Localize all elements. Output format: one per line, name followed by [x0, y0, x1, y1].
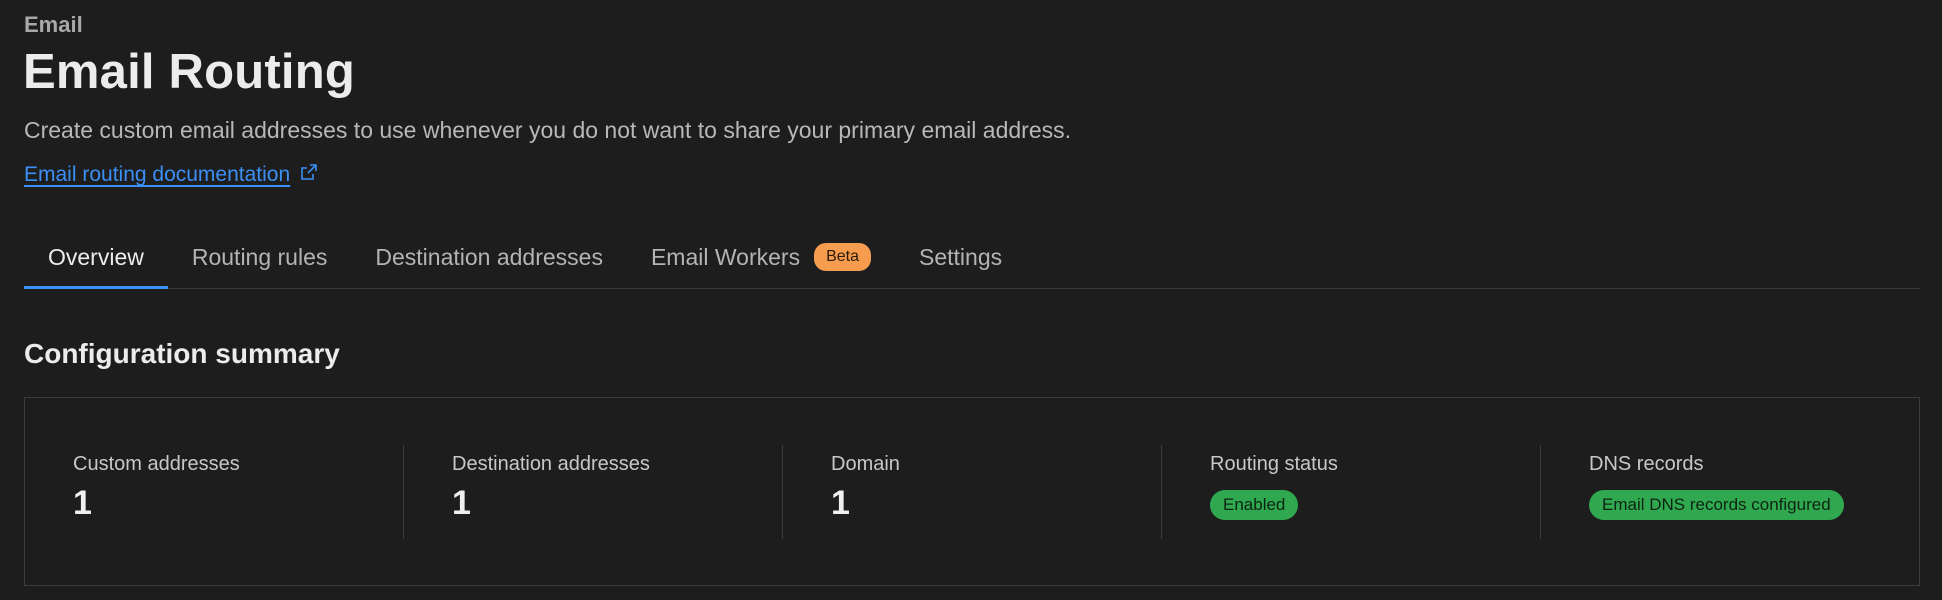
tab-routing-rules-label[interactable]: Routing rules — [192, 229, 328, 285]
tab-overview-label[interactable]: Overview — [48, 229, 144, 285]
summary-label: Custom addresses — [73, 452, 240, 475]
summary-destination-addresses: Destination addresses 1 — [404, 444, 783, 539]
beta-badge: Beta — [814, 243, 871, 271]
tab-settings[interactable]: Settings — [895, 226, 1026, 288]
summary-value: 1 — [73, 483, 92, 522]
documentation-link-label[interactable]: Email routing documentation — [24, 163, 290, 187]
summary-value: 1 — [452, 483, 471, 522]
status-badge: Enabled — [1210, 489, 1299, 520]
tab-settings-label[interactable]: Settings — [919, 229, 1002, 285]
dns-status-badge: Email DNS records configured — [1589, 489, 1844, 520]
summary-label: DNS records — [1589, 452, 1704, 475]
page-subtitle: Create custom email addresses to use whe… — [24, 117, 1072, 143]
tab-destination-addresses[interactable]: Destination addresses — [351, 226, 627, 288]
page-title: Email Routing — [23, 45, 355, 99]
summary-label: Destination addresses — [452, 452, 650, 475]
summary-dns-records: DNS records Email DNS records configured — [1541, 445, 1919, 539]
external-link-icon — [300, 163, 318, 187]
configuration-summary-panel: Custom addresses 1 Destination addresses… — [24, 397, 1920, 586]
summary-domain: Domain 1 — [783, 444, 1162, 539]
summary-label: Routing status — [1210, 452, 1338, 475]
summary-routing-status: Routing status Enabled — [1162, 444, 1541, 539]
summary-value: 1 — [831, 483, 850, 522]
tab-destination-addresses-label[interactable]: Destination addresses — [375, 229, 603, 285]
tab-bar: Overview Routing rules Destination addre… — [24, 226, 1920, 289]
tab-email-workers[interactable]: Email Workers Beta — [627, 226, 895, 288]
documentation-link[interactable]: Email routing documentation — [24, 163, 318, 187]
section-title: Configuration summary — [24, 338, 340, 369]
summary-custom-addresses: Custom addresses 1 — [25, 444, 404, 539]
summary-label: Domain — [831, 452, 900, 475]
tab-overview[interactable]: Overview — [24, 226, 168, 289]
breadcrumb[interactable]: Email — [24, 12, 83, 38]
tab-routing-rules[interactable]: Routing rules — [168, 226, 352, 288]
tab-email-workers-label[interactable]: Email Workers — [651, 229, 800, 285]
